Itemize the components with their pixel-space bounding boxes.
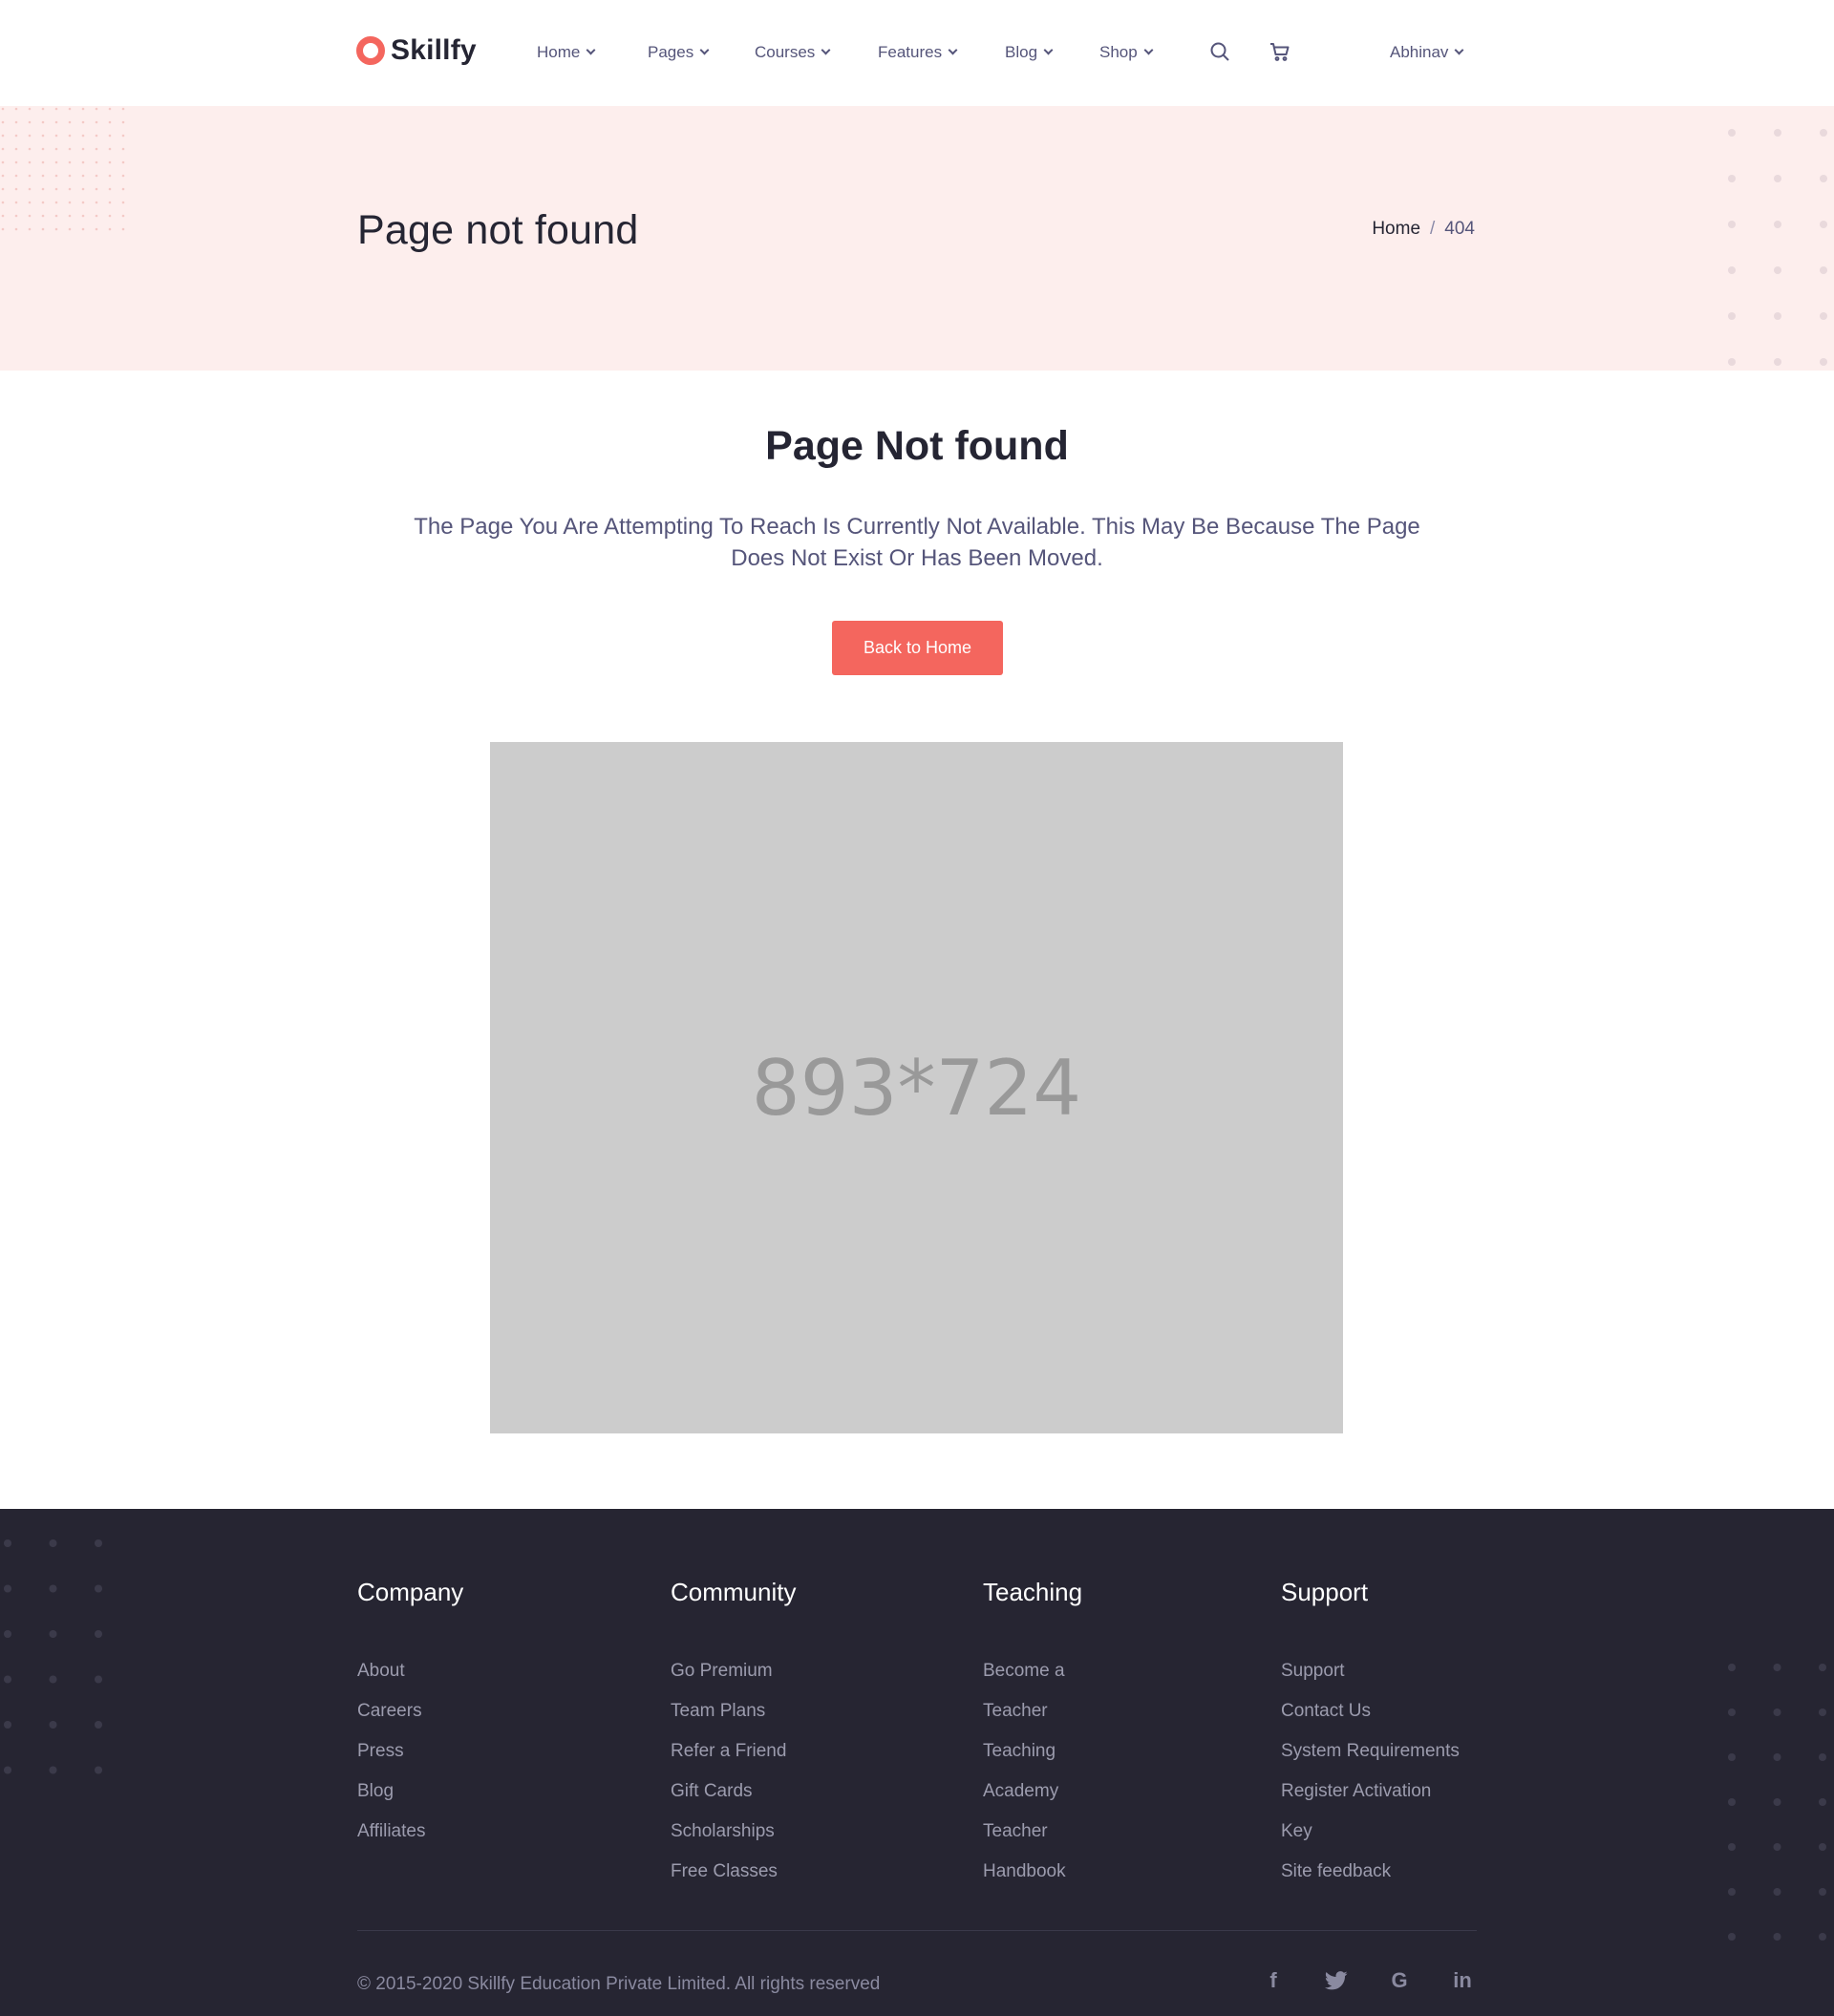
footer-link-affiliates[interactable]: Affiliates <box>357 1812 463 1852</box>
footer-column-teaching: Teaching Become a Teacher Teaching Acade… <box>983 1578 1082 1892</box>
google-glyph: G <box>1391 1968 1408 1992</box>
chevron-down-icon <box>948 45 958 55</box>
nav-item-courses[interactable]: Courses <box>755 43 831 62</box>
decorative-dots-right <box>1719 106 1834 371</box>
footer-link-teacher-2[interactable]: Teacher <box>983 1812 1082 1852</box>
twitter-glyph <box>1325 1971 1348 1990</box>
breadcrumb: Home / 404 <box>1372 219 1475 240</box>
footer-link-scholarships[interactable]: Scholarships <box>671 1812 796 1852</box>
nav-item-label: Home <box>537 43 581 61</box>
nav-item-home[interactable]: Home <box>537 43 596 62</box>
footer-link-become-a[interactable]: Become a <box>983 1651 1082 1691</box>
nav-item-features[interactable]: Features <box>878 43 958 62</box>
nav-item-pages[interactable]: Pages <box>648 43 710 62</box>
footer-heading: Community <box>671 1578 797 1606</box>
main-nav: Home Pages Courses Features Blog Shop Ab… <box>0 43 1834 66</box>
footer-column-support: Support Support Contact Us System Requir… <box>1281 1578 1460 1892</box>
error-description: The Page You Are Attempting To Reach Is … <box>414 514 1420 571</box>
footer-link-site-feedback[interactable]: Site feedback <box>1281 1852 1460 1892</box>
nav-item-shop[interactable]: Shop <box>1099 43 1154 62</box>
copyright-text: © 2015-2020 Skillfy Education Private Li… <box>357 1974 881 1994</box>
facebook-glyph: f <box>1269 1968 1277 1992</box>
cart-icon[interactable] <box>1269 40 1291 63</box>
site-footer: Company About Careers Press Blog Affilia… <box>0 1509 1834 2016</box>
nav-item-label: Courses <box>755 43 816 61</box>
footer-link-system-requirements[interactable]: System Requirements <box>1281 1731 1460 1772</box>
nav-item-label: Shop <box>1099 43 1138 61</box>
google-icon[interactable]: G <box>1386 1967 1413 1994</box>
chevron-down-icon <box>1454 45 1464 55</box>
image-placeholder: 893*724 <box>490 742 1343 1433</box>
footer-link-register-activation[interactable]: Register Activation <box>1281 1772 1460 1812</box>
breadcrumb-separator: / <box>1430 219 1436 239</box>
footer-link-contact-us[interactable]: Contact Us <box>1281 1691 1460 1731</box>
decorative-dots-left <box>0 106 134 240</box>
twitter-icon[interactable] <box>1323 1967 1350 1994</box>
chevron-down-icon <box>1143 45 1154 55</box>
footer-column-company: Company About Careers Press Blog Affilia… <box>357 1578 463 1852</box>
footer-link-go-premium[interactable]: Go Premium <box>671 1651 796 1691</box>
footer-heading: Company <box>357 1578 464 1606</box>
footer-link-about[interactable]: About <box>357 1651 463 1691</box>
footer-link-teaching[interactable]: Teaching <box>983 1731 1082 1772</box>
linkedin-glyph: in <box>1453 1968 1472 1992</box>
nav-item-label: Features <box>878 43 943 61</box>
linkedin-icon[interactable]: in <box>1449 1967 1476 1994</box>
site-header: Skillfy Home Pages Courses Features Blog… <box>0 0 1834 106</box>
footer-link-gift-cards[interactable]: Gift Cards <box>671 1772 796 1812</box>
nav-item-label: Pages <box>648 43 694 61</box>
footer-link-free-classes[interactable]: Free Classes <box>671 1852 796 1892</box>
footer-column-community: Community Go Premium Team Plans Refer a … <box>671 1578 796 1892</box>
search-icon[interactable] <box>1208 40 1231 63</box>
footer-heading: Support <box>1281 1578 1369 1606</box>
nav-item-label: Blog <box>1005 43 1038 61</box>
page-title-band: Page not found Home / 404 <box>0 106 1834 371</box>
footer-link-careers[interactable]: Careers <box>357 1691 463 1731</box>
footer-link-support[interactable]: Support <box>1281 1651 1460 1691</box>
footer-heading: Teaching <box>983 1578 1083 1606</box>
page-title: Page not found <box>357 207 639 253</box>
footer-link-academy[interactable]: Academy <box>983 1772 1082 1812</box>
user-name: Abhinav <box>1390 43 1449 61</box>
footer-link-blog[interactable]: Blog <box>357 1772 463 1812</box>
footer-link-press[interactable]: Press <box>357 1731 463 1772</box>
facebook-icon[interactable]: f <box>1260 1967 1287 1994</box>
footer-link-key[interactable]: Key <box>1281 1812 1460 1852</box>
chevron-down-icon <box>821 45 831 55</box>
footer-link-handbook[interactable]: Handbook <box>983 1852 1082 1892</box>
footer-divider <box>357 1930 1477 1931</box>
breadcrumb-current: 404 <box>1444 219 1475 239</box>
chevron-down-icon <box>699 45 710 55</box>
nav-item-blog[interactable]: Blog <box>1005 43 1054 62</box>
user-menu[interactable]: Abhinav <box>1390 43 1464 62</box>
chevron-down-icon <box>1043 45 1054 55</box>
breadcrumb-home-link[interactable]: Home <box>1372 219 1420 240</box>
footer-link-refer-a-friend[interactable]: Refer a Friend <box>671 1731 796 1772</box>
error-title: Page Not found <box>765 423 1069 469</box>
footer-link-teacher[interactable]: Teacher <box>983 1691 1082 1731</box>
decorative-dots-footer-right <box>1719 1652 1834 1977</box>
back-to-home-button[interactable]: Back to Home <box>832 621 1003 675</box>
chevron-down-icon <box>586 45 596 55</box>
footer-link-team-plans[interactable]: Team Plans <box>671 1691 796 1731</box>
decorative-dots-footer-left <box>0 1509 115 1776</box>
image-placeholder-label: 893*724 <box>751 1043 1082 1133</box>
